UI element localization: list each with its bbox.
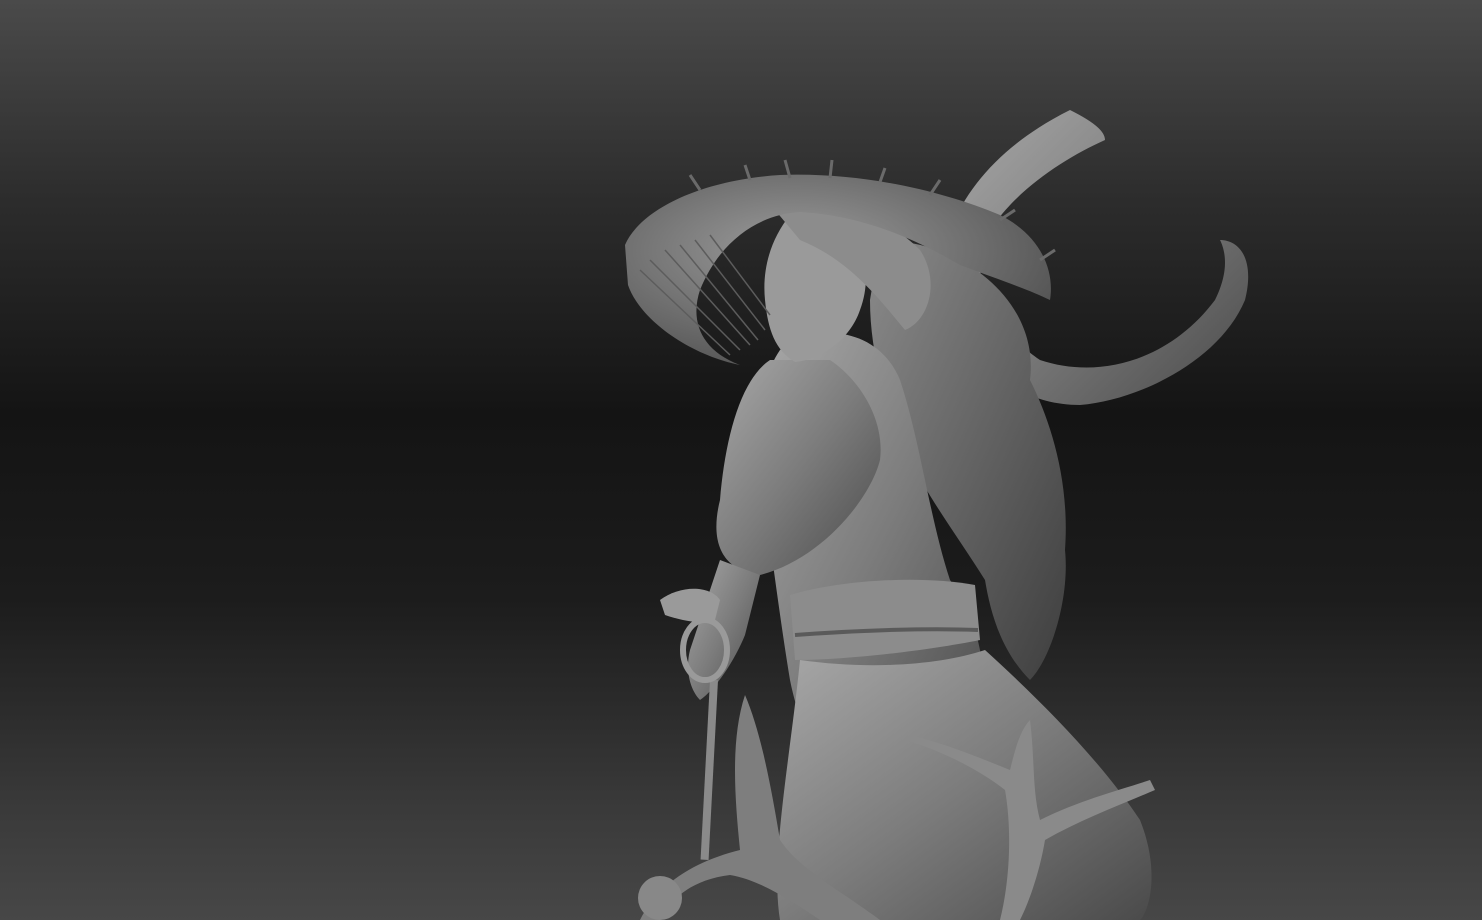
- flower: [638, 876, 682, 920]
- render-viewport: [0, 0, 1482, 920]
- sculpt-render: [625, 110, 1249, 920]
- skirt: [777, 650, 1152, 920]
- sword-handle: [700, 679, 718, 860]
- hand: [660, 588, 720, 623]
